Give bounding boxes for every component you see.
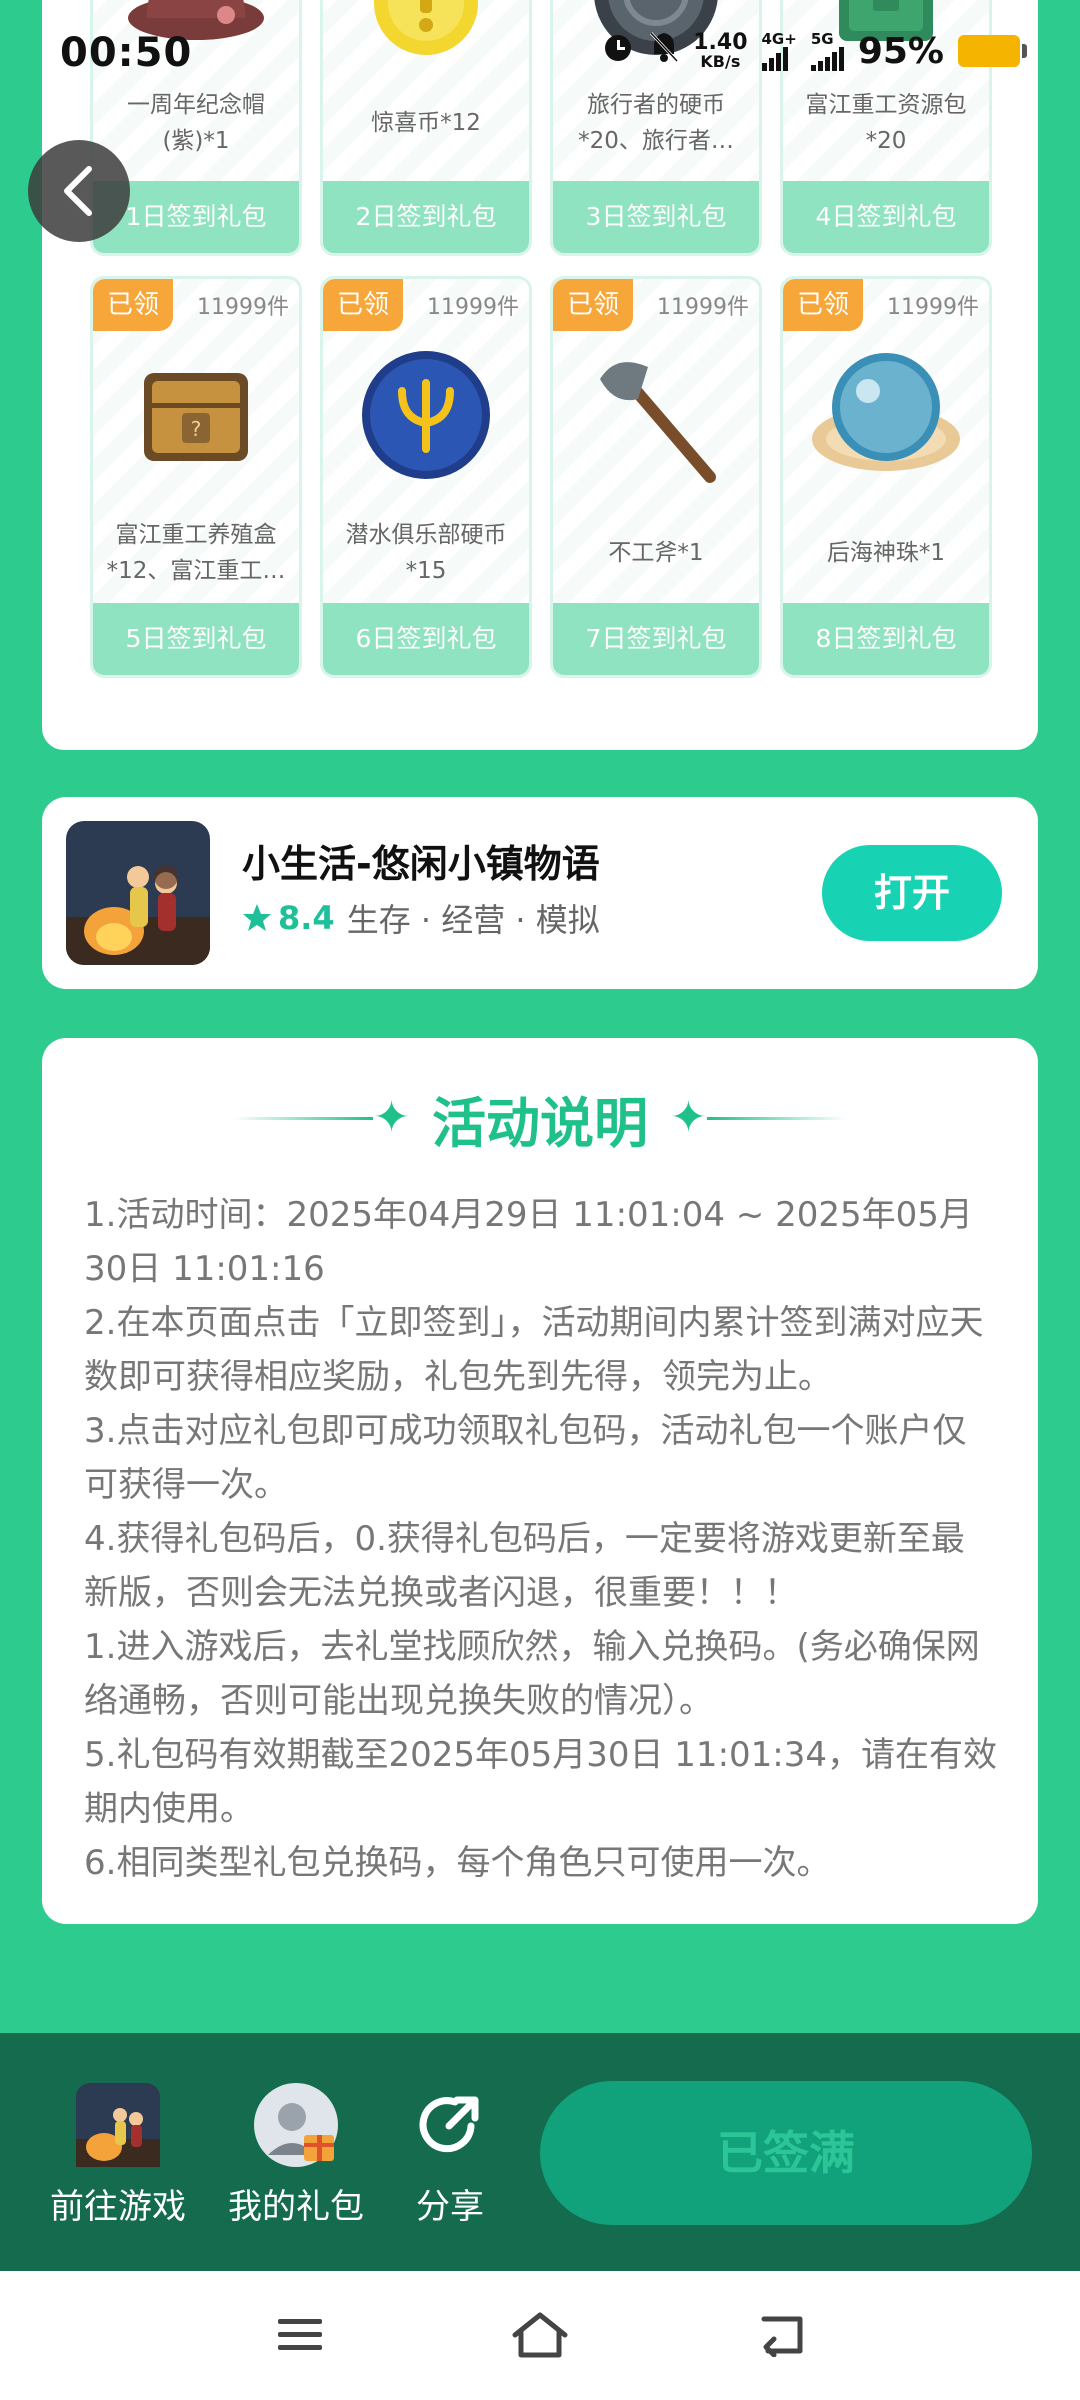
rule-item: 2.在本页面点击「立即签到」，活动期间内累计签到满对应天数即可获得相应奖励，礼包… bbox=[84, 1303, 984, 1397]
go-to-game-label: 前往游戏 bbox=[50, 2187, 186, 2227]
rule-item: 6.相同类型礼包兑换码，每个角色只可使用一次。 bbox=[84, 1843, 831, 1883]
reward-day-label: 6日签到礼包 bbox=[323, 603, 529, 675]
my-gifts-label: 我的礼包 bbox=[228, 2187, 364, 2227]
battery-percent: 95% bbox=[857, 30, 944, 72]
share-icon bbox=[408, 2083, 492, 2167]
stock-count: 11999件 bbox=[887, 295, 979, 320]
breeding-box-icon: ? bbox=[93, 359, 299, 469]
daily-rewards-panel: 一周年纪念帽 (紫)*1 1日签到礼包 惊喜币*12 2日签到礼包 旅行者的硬币… bbox=[42, 0, 1038, 750]
share-label: 分享 bbox=[416, 2187, 484, 2227]
reward-day-label: 4日签到礼包 bbox=[783, 181, 989, 253]
battery-icon bbox=[958, 35, 1027, 67]
reward-name: 富江重工养殖盒 *12、富江重工… bbox=[106, 522, 286, 584]
rule-item: 1.活动时间：2025年04月29日 11:01:04 ~ 2025年05月30… bbox=[84, 1195, 973, 1289]
back-arrow-icon bbox=[761, 2316, 803, 2357]
go-to-game-button[interactable]: 前往游戏 bbox=[50, 2083, 186, 2228]
reward-card-day5[interactable]: 已领 11999件 ? 富江重工养殖盒 *12、富江重工… 5日签到礼包 bbox=[90, 276, 302, 678]
pearl-icon bbox=[783, 343, 989, 483]
game-card[interactable]: 小生活-悠闲小镇物语 8.4 生存 · 经营 · 模拟 打开 bbox=[42, 797, 1038, 989]
rules-header: ✦ 活动说明 ✦ bbox=[42, 1078, 1038, 1158]
my-gifts-button[interactable]: 我的礼包 bbox=[228, 2083, 364, 2228]
sparkle-icon: ✦ bbox=[373, 1092, 410, 1143]
reward-day-label: 3日签到礼包 bbox=[553, 181, 759, 253]
reward-day-label: 8日签到礼包 bbox=[783, 603, 989, 675]
rules-left-decoration: ✦ bbox=[233, 1096, 410, 1140]
rule-item: 5.礼包码有效期截至2025年05月30日 11:01:34，请在有效期内使用。 bbox=[84, 1735, 998, 1829]
network-speed: 1.40 KB/s bbox=[693, 30, 748, 71]
stock-count: 11999件 bbox=[427, 295, 519, 320]
game-rating: 8.4 bbox=[242, 899, 335, 937]
claimed-badge: 已领 bbox=[783, 279, 864, 331]
system-navigation-bar bbox=[0, 2271, 1080, 2400]
rule-item: 4.获得礼包码后，0.获得礼包码后，一定要将游戏更新至最新版，否则会无法兑换或者… bbox=[84, 1519, 965, 1613]
status-bar: 00:50 1.40 KB/s 4G+ 5G 95% bbox=[0, 0, 1080, 110]
game-thumbnail[interactable] bbox=[66, 821, 210, 965]
reward-card-day7[interactable]: 已领 11999件 不工斧*1 7日签到礼包 bbox=[550, 276, 762, 678]
gift-avatar-icon bbox=[254, 2083, 338, 2167]
bottom-action-bar: 前往游戏 我的礼包 分享 已签满 bbox=[0, 2033, 1080, 2271]
game-title: 小生活-悠闲小镇物语 bbox=[242, 842, 600, 886]
claimed-badge: 已领 bbox=[93, 279, 174, 331]
rule-item: 1.进入游戏后，去礼堂找顾欣然，输入兑换码。(务必确保网络通畅，否则可能出现兑换… bbox=[84, 1627, 980, 1721]
signal-sim1: 4G+ bbox=[761, 31, 797, 71]
rule-item: 3.点击对应礼包即可成功领取礼包码，活动礼包一个账户仅可获得一次。 bbox=[84, 1411, 967, 1505]
sparkle-icon: ✦ bbox=[670, 1092, 707, 1143]
reward-card-day8[interactable]: 已领 11999件 后海神珠*1 8日签到礼包 bbox=[780, 276, 992, 678]
home-button[interactable] bbox=[510, 2307, 570, 2363]
axe-icon bbox=[553, 349, 759, 489]
game-genre: 生存 · 经营 · 模拟 bbox=[346, 901, 600, 939]
signal-sim2: 5G bbox=[810, 31, 844, 71]
game-meta: 8.4 生存 · 经营 · 模拟 bbox=[242, 895, 600, 941]
reward-day-label: 5日签到礼包 bbox=[93, 603, 299, 675]
stock-count: 11999件 bbox=[657, 295, 749, 320]
claimed-badge: 已领 bbox=[553, 279, 634, 331]
stock-count: 11999件 bbox=[197, 295, 289, 320]
reward-name: 后海神珠*1 bbox=[826, 540, 946, 566]
back-nav-button[interactable] bbox=[750, 2307, 810, 2363]
reward-name: 潜水俱乐部硬币 *15 bbox=[345, 522, 507, 584]
home-icon bbox=[512, 2312, 568, 2358]
reward-card-day6[interactable]: 已领 11999件 潜水俱乐部硬币 *15 6日签到礼包 bbox=[320, 276, 532, 678]
game-icon bbox=[76, 2083, 160, 2167]
claimed-badge: 已领 bbox=[323, 279, 404, 331]
status-time: 00:50 bbox=[60, 30, 193, 76]
rules-body: 1.活动时间：2025年04月29日 11:01:04 ~ 2025年05月30… bbox=[84, 1188, 998, 1890]
rules-right-decoration: ✦ bbox=[670, 1096, 847, 1140]
alarm-icon bbox=[601, 30, 635, 72]
back-button[interactable] bbox=[28, 140, 130, 242]
trident-coin-icon bbox=[323, 347, 529, 483]
reward-day-label: 2日签到礼包 bbox=[323, 181, 529, 253]
menu-icon bbox=[278, 2319, 322, 2350]
star-icon bbox=[243, 904, 271, 931]
menu-button[interactable] bbox=[270, 2307, 330, 2363]
rules-title: 活动说明 bbox=[432, 1091, 648, 1155]
activity-rules-card: ✦ 活动说明 ✦ 1.活动时间：2025年04月29日 11:01:04 ~ 2… bbox=[42, 1038, 1038, 1924]
mute-icon bbox=[649, 30, 679, 72]
svg-text:?: ? bbox=[191, 417, 202, 441]
status-icons: 1.40 KB/s 4G+ 5G 95% bbox=[601, 30, 1027, 72]
share-button[interactable]: 分享 bbox=[408, 2083, 492, 2228]
fully-signed-button[interactable]: 已签满 bbox=[540, 2081, 1032, 2225]
reward-day-label: 7日签到礼包 bbox=[553, 603, 759, 675]
reward-name: 惊喜币*12 bbox=[371, 110, 481, 136]
chevron-left-icon bbox=[64, 166, 92, 216]
reward-name: 不工斧*1 bbox=[608, 540, 704, 566]
open-game-button[interactable]: 打开 bbox=[822, 845, 1002, 941]
